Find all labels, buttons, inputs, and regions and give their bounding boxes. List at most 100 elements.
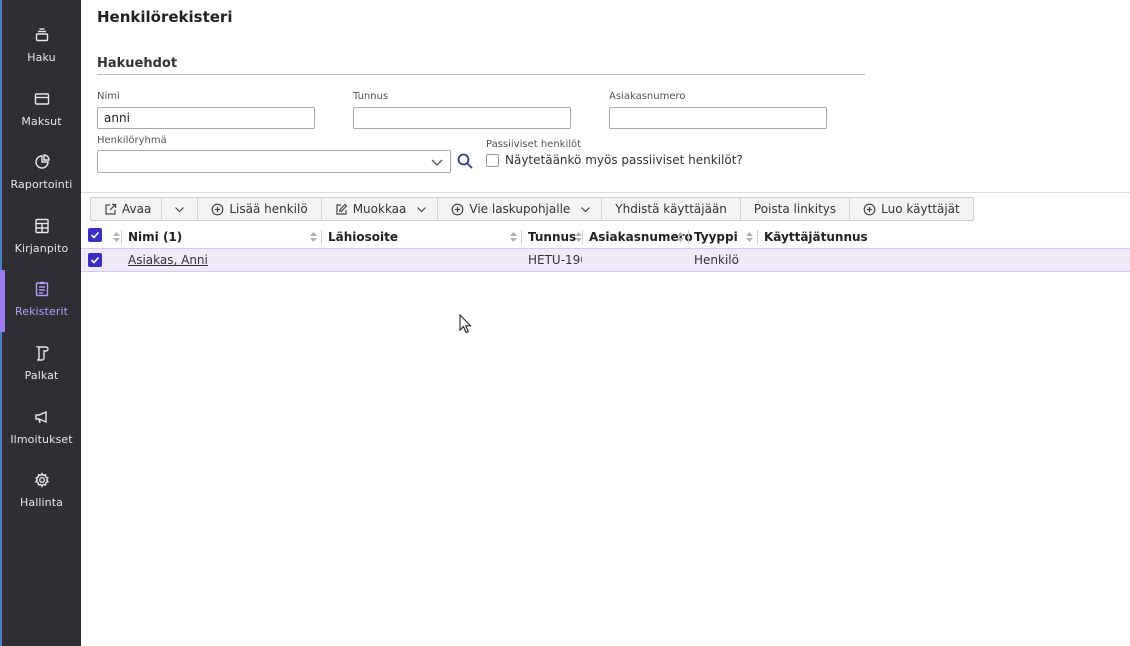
megaphone-icon	[33, 408, 51, 426]
mouse-pointer-icon	[459, 313, 473, 334]
sidebar-item-maksut[interactable]: Maksut	[2, 90, 81, 150]
add-person-button[interactable]: Lisää henkilö	[198, 198, 322, 220]
id-input[interactable]	[353, 107, 571, 129]
sidebar-item-label: Rekisterit	[14, 305, 69, 318]
passive-checkbox[interactable]	[486, 154, 499, 167]
column-separator	[582, 230, 583, 244]
column-header-label: Käyttäjätunnus	[764, 229, 868, 244]
sidebar-item-rekisterit[interactable]: Rekisterit	[0, 270, 81, 340]
chevron-down-icon	[430, 154, 444, 168]
merge-user-button[interactable]: Yhdistä käyttäjään	[602, 198, 741, 220]
edit-button[interactable]: Muokkaa	[322, 198, 439, 220]
sort-icon	[677, 232, 684, 242]
column-header-label: Nimi (1)	[128, 229, 183, 244]
passive-label: Passiiviset henkilöt	[486, 139, 582, 150]
export-template-button[interactable]: Vie laskupohjalle	[438, 198, 603, 220]
export-template-label: Vie laskupohjalle	[469, 202, 571, 216]
active-indicator	[0, 270, 5, 332]
app-root: Haku Maksut Raportointi Kirjanpito Rekis…	[0, 0, 1130, 646]
sidebar-item-label: Hallinta	[19, 496, 63, 509]
create-users-button[interactable]: Luo käyttäjät	[850, 198, 973, 220]
column-header-username[interactable]: Käyttäjätunnus	[764, 225, 964, 248]
open-button-label: Avaa	[122, 202, 152, 216]
card-icon	[33, 90, 51, 108]
section-title: Hakuehdot	[97, 56, 178, 71]
sidebar-item-label: Raportointi	[10, 178, 73, 191]
column-header-customer-number[interactable]: Asiakasnumero	[589, 225, 693, 248]
group-label: Henkilöryhmä	[97, 135, 167, 146]
group-select[interactable]	[97, 150, 451, 173]
sidebar-item-label: Palkat	[24, 369, 59, 382]
row-checkbox[interactable]	[88, 253, 102, 267]
scroll-icon	[33, 344, 51, 362]
remove-link-label: Poista linkitys	[753, 202, 837, 216]
edit-label: Muokkaa	[352, 202, 407, 216]
chevron-down-icon	[174, 204, 185, 215]
external-link-icon	[104, 203, 117, 216]
sidebar-item-palkat[interactable]: Palkat	[2, 344, 81, 404]
plus-circle-icon	[451, 203, 464, 216]
sort-icon	[310, 232, 317, 242]
clipboard-icon	[33, 280, 51, 298]
column-separator	[121, 230, 122, 244]
chevron-down-icon	[416, 204, 427, 215]
plus-circle-icon	[211, 203, 224, 216]
cell-id: HETU-1905	[528, 253, 582, 267]
checkbox-column-sort[interactable]	[108, 225, 120, 248]
column-separator	[688, 230, 689, 244]
open-button[interactable]: Avaa	[91, 198, 163, 220]
passive-checkbox-label: Näytetäänkö myös passiiviset henkilöt?	[505, 153, 743, 167]
stack-icon	[33, 26, 51, 44]
section-divider	[97, 74, 865, 75]
table-header: Nimi (1) Lähiosoite Tunnus Asiakasnumero…	[81, 225, 1130, 248]
name-input[interactable]	[97, 107, 315, 129]
sidebar-item-label: Kirjanpito	[14, 242, 69, 255]
column-header-address[interactable]: Lähiosoite	[328, 225, 521, 248]
id-label: Tunnus	[353, 91, 389, 102]
sidebar-item-raportointi[interactable]: Raportointi	[2, 153, 81, 213]
name-label: Nimi	[97, 91, 120, 102]
select-all-checkbox[interactable]	[88, 228, 102, 242]
cell-username	[764, 249, 964, 271]
column-separator	[521, 230, 522, 244]
customer-number-label: Asiakasnumero	[609, 91, 686, 102]
open-dropdown-button[interactable]	[162, 198, 199, 220]
sort-icon	[746, 232, 753, 242]
sidebar-item-kirjanpito[interactable]: Kirjanpito	[2, 217, 81, 277]
sort-icon	[510, 232, 517, 242]
calculator-icon	[33, 217, 51, 235]
customer-number-input[interactable]	[609, 107, 827, 129]
chevron-down-icon	[580, 204, 591, 215]
search-icon[interactable]	[456, 152, 474, 170]
column-separator	[321, 230, 322, 244]
column-header-label: Tyyppi	[694, 229, 738, 244]
column-header-label: Lähiosoite	[328, 229, 399, 244]
sidebar-item-label: Ilmoitukset	[10, 433, 73, 446]
cell-address	[328, 249, 518, 271]
gear-icon	[33, 471, 51, 489]
divider	[81, 192, 1130, 193]
add-person-label: Lisää henkilö	[229, 202, 308, 216]
plus-circle-icon	[863, 203, 876, 216]
sidebar-item-ilmoitukset[interactable]: Ilmoitukset	[2, 408, 81, 468]
remove-link-button[interactable]: Poista linkitys	[741, 198, 851, 220]
edit-icon	[335, 203, 348, 216]
sort-icon	[575, 232, 582, 242]
sidebar: Haku Maksut Raportointi Kirjanpito Rekis…	[0, 0, 81, 646]
sidebar-item-label: Haku	[27, 51, 56, 64]
cell-name-link[interactable]: Asiakas, Anni	[128, 249, 318, 271]
sidebar-item-haku[interactable]: Haku	[2, 26, 81, 86]
table-row[interactable]: Asiakas, Anni HETU-1905 Henkilö	[81, 248, 1130, 272]
pie-chart-icon	[33, 153, 51, 171]
column-header-label: Tunnus	[528, 229, 577, 244]
column-header-id[interactable]: Tunnus	[528, 225, 582, 248]
toolbar: Avaa Lisää henkilö Muokkaa Vie laskupohj…	[90, 197, 974, 221]
page-title: Henkilörekisteri	[97, 8, 233, 26]
column-header-type[interactable]: Tyyppi	[694, 225, 757, 248]
create-users-label: Luo käyttäjät	[881, 202, 960, 216]
column-header-name[interactable]: Nimi (1)	[128, 225, 321, 248]
cell-type: Henkilö	[694, 253, 739, 267]
merge-user-label: Yhdistä käyttäjään	[615, 202, 727, 216]
column-separator	[757, 230, 758, 244]
sidebar-item-hallinta[interactable]: Hallinta	[2, 471, 81, 531]
